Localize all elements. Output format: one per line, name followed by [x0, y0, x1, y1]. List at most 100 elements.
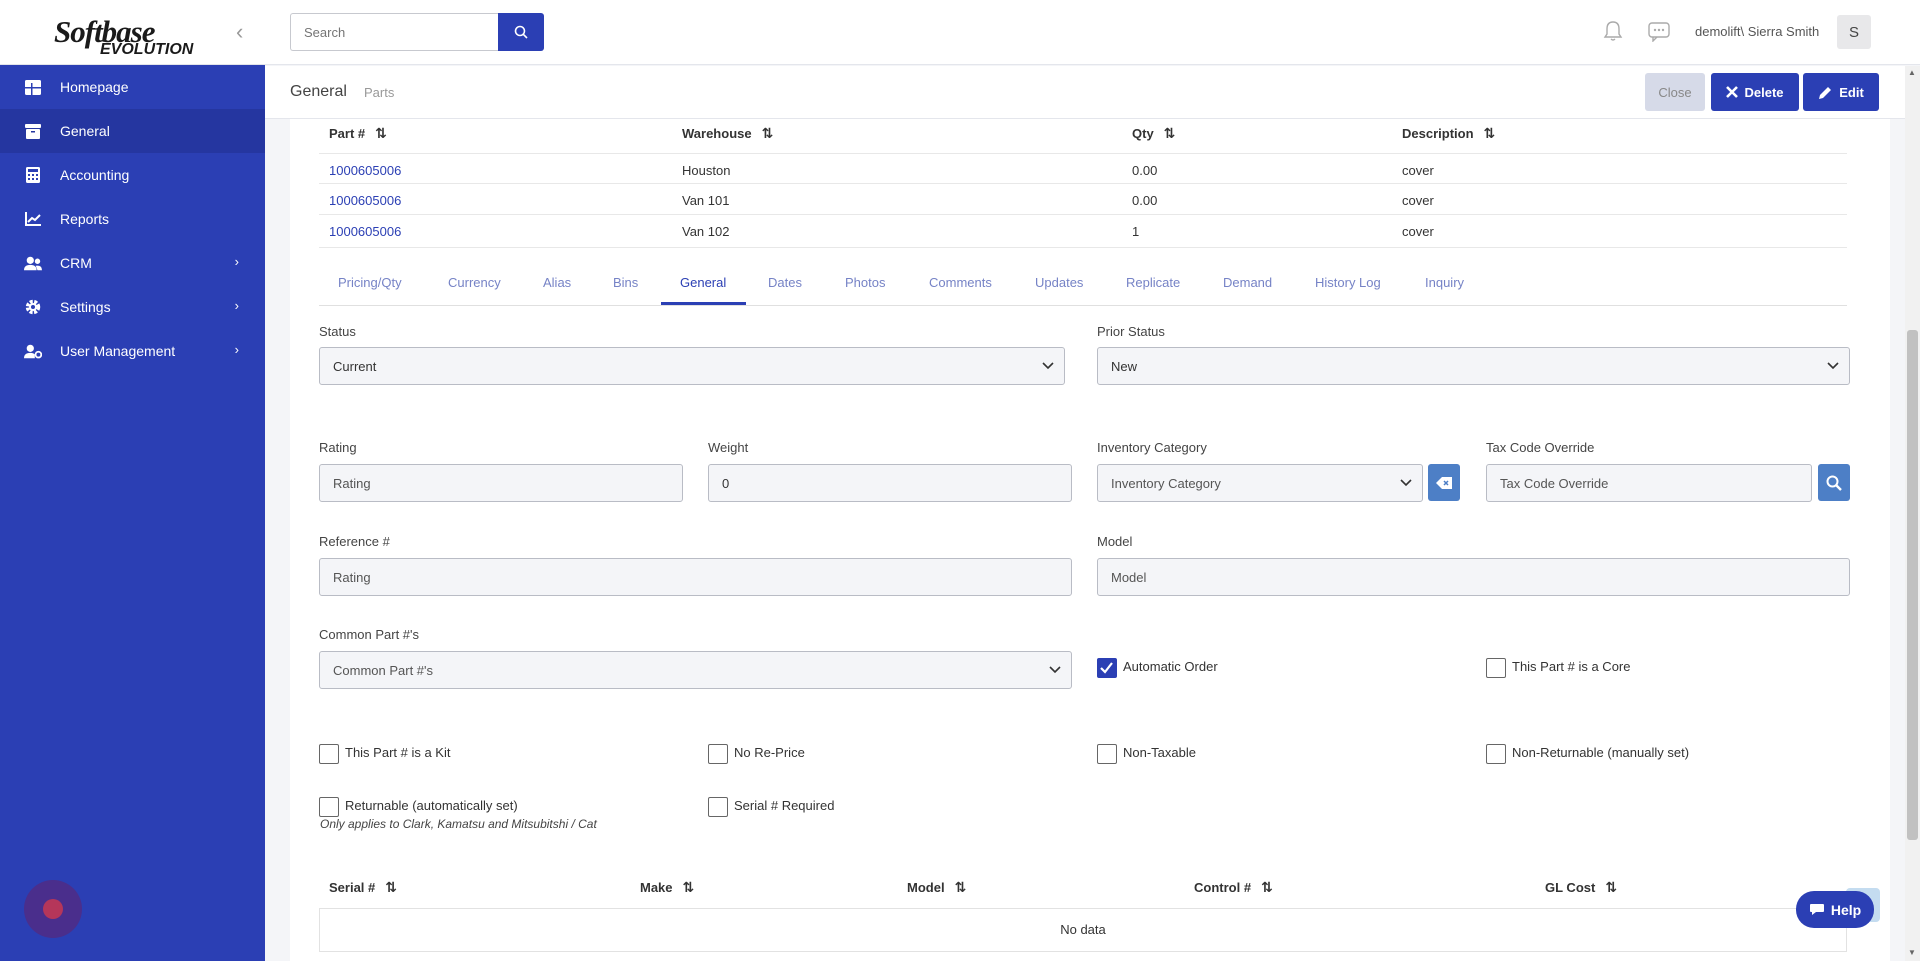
tab-comments[interactable]: Comments — [929, 275, 992, 290]
search-input[interactable] — [290, 13, 498, 51]
inventory-category-label: Inventory Category — [1097, 440, 1207, 455]
column-header-make[interactable]: Make ⇅ — [640, 879, 694, 896]
logo-area: Softbase EVOLUTION ‹ — [0, 0, 265, 65]
chat-widget-button[interactable] — [24, 880, 82, 938]
tab-dates[interactable]: Dates — [768, 275, 802, 290]
non-returnable-label[interactable]: Non-Returnable (manually set) — [1512, 745, 1689, 760]
sort-icon[interactable]: ⇅ — [683, 879, 695, 896]
chat-messages-icon[interactable] — [1648, 20, 1670, 45]
column-header-label: Qty — [1132, 126, 1154, 141]
tab-pricing-qty[interactable]: Pricing/Qty — [338, 275, 402, 290]
table-cell: cover — [1402, 193, 1434, 208]
column-header-warehouse[interactable]: Warehouse ⇅ — [682, 125, 773, 142]
table-cell: 1 — [1132, 224, 1140, 239]
table-cell-part-link[interactable]: 1000605006 — [329, 163, 401, 178]
delete-button[interactable]: Delete — [1711, 73, 1799, 111]
common-part-select[interactable]: Common Part #'s — [319, 651, 1072, 689]
tab-photos[interactable]: Photos — [845, 275, 885, 290]
sort-icon[interactable]: ⇅ — [955, 879, 967, 896]
serial-required-label[interactable]: Serial # Required — [734, 798, 834, 813]
tab-alias[interactable]: Alias — [543, 275, 571, 290]
sort-icon[interactable]: ⇅ — [1605, 879, 1617, 896]
table-cell-part-link[interactable]: 1000605006 — [329, 193, 401, 208]
search-button[interactable] — [498, 13, 544, 51]
breadcrumb[interactable]: Parts — [364, 85, 394, 100]
tax-code-input[interactable]: Tax Code Override — [1486, 464, 1812, 502]
close-button[interactable]: Close — [1645, 73, 1705, 111]
kit-label[interactable]: This Part # is a Kit — [345, 745, 450, 760]
column-header-model[interactable]: Model ⇅ — [907, 879, 966, 896]
sort-icon[interactable]: ⇅ — [1261, 879, 1273, 896]
tab-updates[interactable]: Updates — [1035, 275, 1083, 290]
status-select[interactable]: Current — [319, 347, 1065, 385]
tab-demand[interactable]: Demand — [1223, 275, 1272, 290]
non-taxable-checkbox[interactable] — [1097, 744, 1117, 764]
core-checkbox[interactable] — [1486, 658, 1506, 678]
help-button[interactable]: Help — [1796, 891, 1874, 928]
common-part-label: Common Part #'s — [319, 627, 420, 642]
sidebar-item-homepage[interactable]: Homepage — [0, 65, 265, 109]
collapse-sidebar-icon[interactable]: ‹ — [236, 20, 256, 44]
pencil-icon — [1819, 86, 1832, 99]
tabs-divider — [319, 305, 1847, 306]
column-header-gl-cost[interactable]: GL Cost ⇅ — [1545, 879, 1617, 896]
help-button-label: Help — [1830, 901, 1862, 918]
sidebar-item-settings[interactable]: Settings › — [0, 285, 265, 329]
tax-code-search-button[interactable] — [1818, 464, 1850, 501]
sidebar-item-general[interactable]: General — [0, 109, 265, 153]
column-header-qty[interactable]: Qty ⇅ — [1132, 125, 1175, 142]
sidebar-item-accounting[interactable]: Accounting — [0, 153, 265, 197]
automatic-order-checkbox[interactable] — [1097, 658, 1117, 678]
scrollbar-thumb[interactable] — [1907, 330, 1918, 840]
clear-category-button[interactable] — [1428, 464, 1460, 501]
tab-currency[interactable]: Currency — [448, 275, 501, 290]
edit-button[interactable]: Edit — [1803, 73, 1879, 111]
core-label[interactable]: This Part # is a Core — [1512, 659, 1631, 674]
tab-inquiry[interactable]: Inquiry — [1425, 275, 1464, 290]
checkmark-icon — [1100, 662, 1113, 674]
non-returnable-checkbox[interactable] — [1486, 744, 1506, 764]
column-header-label: Make — [640, 880, 673, 895]
prior-status-select[interactable]: New — [1097, 347, 1850, 385]
serial-required-checkbox[interactable] — [708, 797, 728, 817]
scroll-down-icon[interactable]: ▼ — [1908, 948, 1916, 957]
tab-general[interactable]: General — [680, 275, 726, 290]
user-name[interactable]: demolift\ Sierra Smith — [1695, 24, 1819, 39]
returnable-checkbox[interactable] — [319, 797, 339, 817]
kit-checkbox[interactable] — [319, 744, 339, 764]
column-header-part[interactable]: Part # ⇅ — [329, 125, 387, 142]
tab-history-log[interactable]: History Log — [1315, 275, 1381, 290]
model-input[interactable]: Model — [1097, 558, 1850, 596]
sidebar-item-reports[interactable]: Reports — [0, 197, 265, 241]
avatar[interactable]: S — [1837, 15, 1871, 49]
sort-icon[interactable]: ⇅ — [1484, 125, 1496, 142]
column-header-serial[interactable]: Serial # ⇅ — [329, 879, 397, 896]
sidebar-item-user-management[interactable]: User Management › — [0, 329, 265, 373]
status-label: Status — [319, 324, 356, 339]
tax-code-label: Tax Code Override — [1486, 440, 1595, 455]
scroll-up-icon[interactable]: ▲ — [1908, 68, 1916, 77]
column-header-label: Part # — [329, 126, 366, 141]
reference-input[interactable]: Rating — [319, 558, 1072, 596]
inventory-category-select[interactable]: Inventory Category — [1097, 464, 1423, 502]
tab-bins[interactable]: Bins — [613, 275, 638, 290]
bell-icon[interactable] — [1603, 20, 1623, 45]
column-header-control[interactable]: Control # ⇅ — [1194, 879, 1273, 896]
weight-input[interactable]: 0 — [708, 464, 1072, 502]
sort-icon[interactable]: ⇅ — [375, 125, 387, 142]
sort-icon[interactable]: ⇅ — [1164, 125, 1176, 142]
automatic-order-label[interactable]: Automatic Order — [1123, 659, 1218, 674]
non-taxable-label[interactable]: Non-Taxable — [1123, 745, 1196, 760]
sort-icon[interactable]: ⇅ — [762, 125, 774, 142]
rating-input[interactable]: Rating — [319, 464, 683, 502]
no-reprice-label[interactable]: No Re-Price — [734, 745, 805, 760]
table-cell-part-link[interactable]: 1000605006 — [329, 224, 401, 239]
sidebar-item-crm[interactable]: CRM › — [0, 241, 265, 285]
returnable-label[interactable]: Returnable (automatically set) — [345, 798, 518, 813]
no-reprice-checkbox[interactable] — [708, 744, 728, 764]
edit-button-label: Edit — [1839, 84, 1864, 100]
sort-icon[interactable]: ⇅ — [385, 879, 397, 896]
tab-replicate[interactable]: Replicate — [1126, 275, 1180, 290]
sidebar-item-label: CRM — [60, 255, 92, 271]
column-header-description[interactable]: Description ⇅ — [1402, 125, 1495, 142]
